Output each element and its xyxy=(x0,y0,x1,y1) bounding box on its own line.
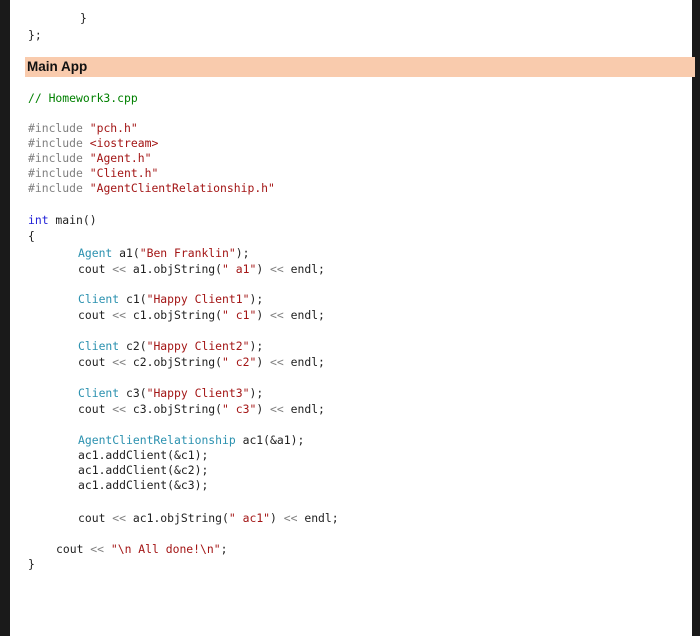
include-line: #include "Agent.h" xyxy=(28,151,152,165)
section-heading: Main App xyxy=(25,57,695,77)
code-line: }; xyxy=(28,28,42,42)
cout-line: cout << c1.objString(" c1") << endl; xyxy=(78,308,325,322)
cout-line: cout << c3.objString(" c3") << endl; xyxy=(78,402,325,416)
code-comment: // Homework3.cpp xyxy=(28,91,138,105)
open-brace: { xyxy=(28,229,35,243)
cout-line: cout << c2.objString(" c2") << endl; xyxy=(78,355,325,369)
include-line: #include <iostream> xyxy=(28,136,159,150)
add-client-line: ac1.addClient(&c1); xyxy=(78,448,209,462)
client2-declaration: Client c2("Happy Client2"); xyxy=(78,339,264,353)
agent-declaration: Agent a1("Ben Franklin"); xyxy=(78,246,250,260)
cout-done-line: cout << "\n All done!\n"; xyxy=(56,542,228,556)
include-line: #include "Client.h" xyxy=(28,166,159,180)
close-brace: } xyxy=(28,557,35,571)
main-signature: int main() xyxy=(28,213,97,227)
add-client-line: ac1.addClient(&c2); xyxy=(78,463,209,477)
include-line: #include "AgentClientRelationship.h" xyxy=(28,181,275,195)
client1-declaration: Client c1("Happy Client1"); xyxy=(78,292,264,306)
relationship-declaration: AgentClientRelationship ac1(&a1); xyxy=(78,433,305,447)
add-client-line: ac1.addClient(&c3); xyxy=(78,478,209,492)
include-line: #include "pch.h" xyxy=(28,121,138,135)
client3-declaration: Client c3("Happy Client3"); xyxy=(78,386,264,400)
cout-line: cout << a1.objString(" a1") << endl; xyxy=(78,262,325,276)
code-line: } xyxy=(80,11,87,25)
document-page: } }; Main App // Homework3.cpp #include … xyxy=(10,0,695,636)
cout-line: cout << ac1.objString(" ac1") << endl; xyxy=(78,511,339,525)
